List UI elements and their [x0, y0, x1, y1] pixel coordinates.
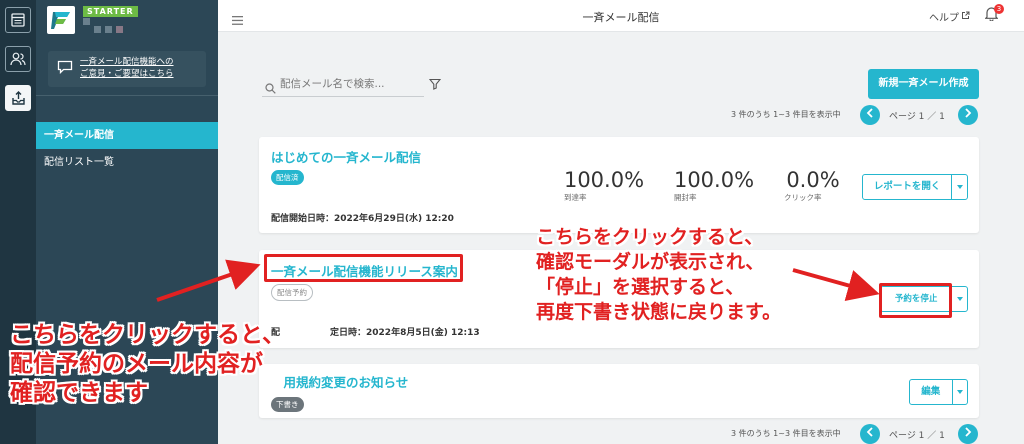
annotation-left: こちらをクリックすると、 配信予約のメール内容が 確認できます: [10, 322, 286, 406]
annotation-right: こちらをクリックすると、 確認モーダルが表示され、 「停止」を選択すると、 再度…: [536, 226, 782, 323]
arrow-left: [156, 259, 261, 302]
arrow-right: [792, 268, 880, 301]
